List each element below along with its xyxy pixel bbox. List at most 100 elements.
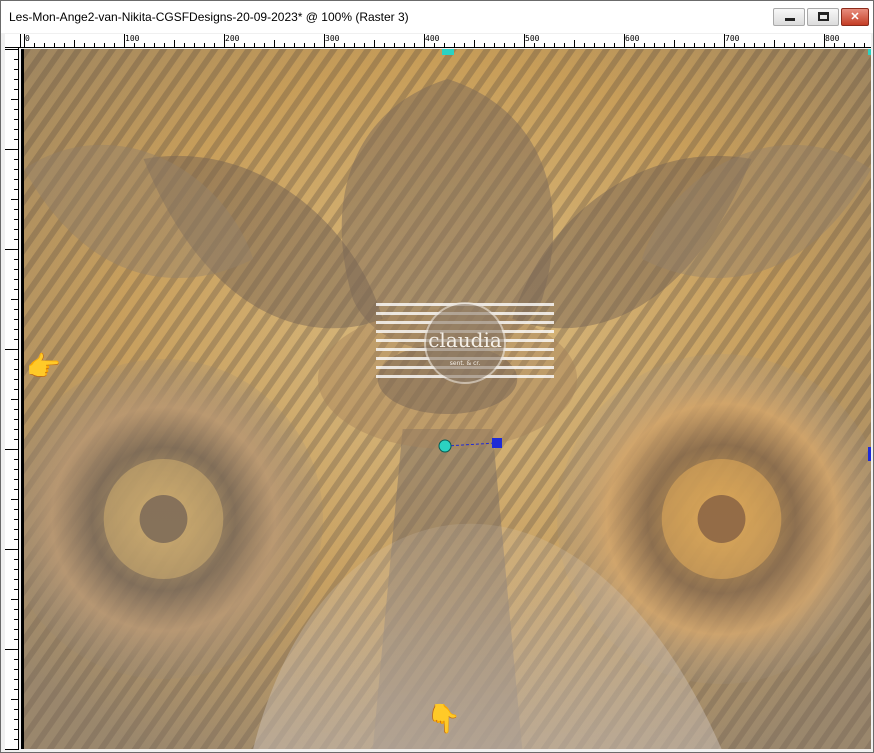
ruler-tick <box>164 43 165 47</box>
right-handle[interactable] <box>868 447 871 461</box>
ruler-tick <box>404 43 405 47</box>
ruler-tick <box>804 43 805 47</box>
image-window: Les-Mon-Ange2-van-Nikita-CGSFDesigns-20-… <box>0 0 874 753</box>
ruler-tick <box>14 659 18 660</box>
ruler-tick <box>14 689 18 690</box>
ruler-tick <box>264 43 265 47</box>
ruler-tick <box>714 43 715 47</box>
ruler-tick <box>5 449 18 450</box>
ruler-tick <box>14 169 18 170</box>
ruler-tick <box>14 219 18 220</box>
ruler-tick <box>14 679 18 680</box>
artwork <box>24 49 871 749</box>
ruler-tick <box>224 34 225 47</box>
ruler-tick <box>494 43 495 47</box>
watermark-brand: claudia <box>428 328 502 352</box>
ruler-label: 300 <box>325 34 340 43</box>
title-bar[interactable]: Les-Mon-Ange2-van-Nikita-CGSFDesigns-20-… <box>1 1 873 33</box>
ruler-tick <box>134 43 135 47</box>
ruler-tick <box>644 43 645 47</box>
ruler-tick <box>554 43 555 47</box>
maximize-button[interactable] <box>807 8 839 26</box>
ruler-tick <box>14 419 18 420</box>
ruler-tick <box>14 369 18 370</box>
ruler-label: 700 <box>725 34 740 43</box>
ruler-tick <box>14 619 18 620</box>
ruler-tick <box>474 40 475 47</box>
ruler-tick <box>744 43 745 47</box>
ruler-tick <box>14 519 18 520</box>
ruler-tick <box>544 43 545 47</box>
ruler-tick <box>634 43 635 47</box>
ruler-tick <box>774 40 775 47</box>
ruler-tick <box>704 43 705 47</box>
ruler-tick <box>24 34 25 47</box>
ruler-tick <box>14 559 18 560</box>
vertical-ruler[interactable] <box>5 48 19 750</box>
ruler-tick <box>14 269 18 270</box>
close-button[interactable]: ✕ <box>841 8 869 26</box>
ruler-tick <box>11 99 18 100</box>
ruler-tick <box>684 43 685 47</box>
ruler-tick <box>14 109 18 110</box>
ruler-tick <box>34 43 35 47</box>
ruler-tick <box>5 249 18 250</box>
close-icon: ✕ <box>850 11 860 23</box>
ruler-tick <box>14 289 18 290</box>
watermark-sub: sent. & cr. <box>450 360 481 367</box>
watermark-logo: claudia sent. & cr. <box>376 301 554 385</box>
ruler-tick <box>694 43 695 47</box>
ruler-tick <box>114 43 115 47</box>
ruler-tick <box>414 43 415 47</box>
ruler-tick <box>64 43 65 47</box>
horizontal-ruler[interactable]: 0 100 200 300 400 500 600 700 800 <box>21 34 871 48</box>
ruler-tick <box>314 43 315 47</box>
ruler-tick <box>464 43 465 47</box>
ruler-tick <box>434 43 435 47</box>
ruler-tick <box>14 79 18 80</box>
ruler-tick <box>734 43 735 47</box>
ruler-tick <box>14 719 18 720</box>
ruler-corner <box>5 34 21 48</box>
ruler-tick <box>14 319 18 320</box>
ruler-tick <box>124 34 125 47</box>
ruler-tick <box>5 749 18 750</box>
ruler-label: 0 <box>25 34 30 43</box>
minimize-button[interactable] <box>773 8 805 26</box>
ruler-tick <box>14 469 18 470</box>
ruler-tick <box>14 639 18 640</box>
ruler-tick <box>14 179 18 180</box>
maximize-icon <box>818 12 829 21</box>
ruler-tick <box>54 43 55 47</box>
ruler-tick <box>234 43 235 47</box>
ruler-tick <box>14 309 18 310</box>
corner-handle[interactable] <box>868 49 871 55</box>
ruler-tick <box>84 43 85 47</box>
ruler-tick <box>14 459 18 460</box>
ruler-tick <box>14 439 18 440</box>
ruler-tick <box>14 69 18 70</box>
image-canvas[interactable]: claudia sent. & cr. 👉 👇 <box>21 49 871 749</box>
ruler-tick <box>14 429 18 430</box>
ruler-tick <box>11 599 18 600</box>
rotation-handle[interactable] <box>436 437 508 455</box>
ruler-tick <box>14 279 18 280</box>
ruler-tick <box>14 209 18 210</box>
ruler-tick <box>334 43 335 47</box>
ruler-tick <box>5 149 18 150</box>
ruler-tick <box>11 199 18 200</box>
ruler-tick <box>534 43 535 47</box>
ruler-tick <box>94 43 95 47</box>
ruler-tick <box>154 43 155 47</box>
ruler-tick <box>844 43 845 47</box>
ruler-tick <box>14 189 18 190</box>
ruler-tick <box>724 34 725 47</box>
ruler-tick <box>364 43 365 47</box>
ruler-tick <box>384 43 385 47</box>
top-handle[interactable] <box>442 49 454 55</box>
ruler-tick <box>11 399 18 400</box>
ruler-tick <box>14 329 18 330</box>
ruler-tick <box>564 43 565 47</box>
ruler-tick <box>794 43 795 47</box>
ruler-tick <box>574 40 575 47</box>
